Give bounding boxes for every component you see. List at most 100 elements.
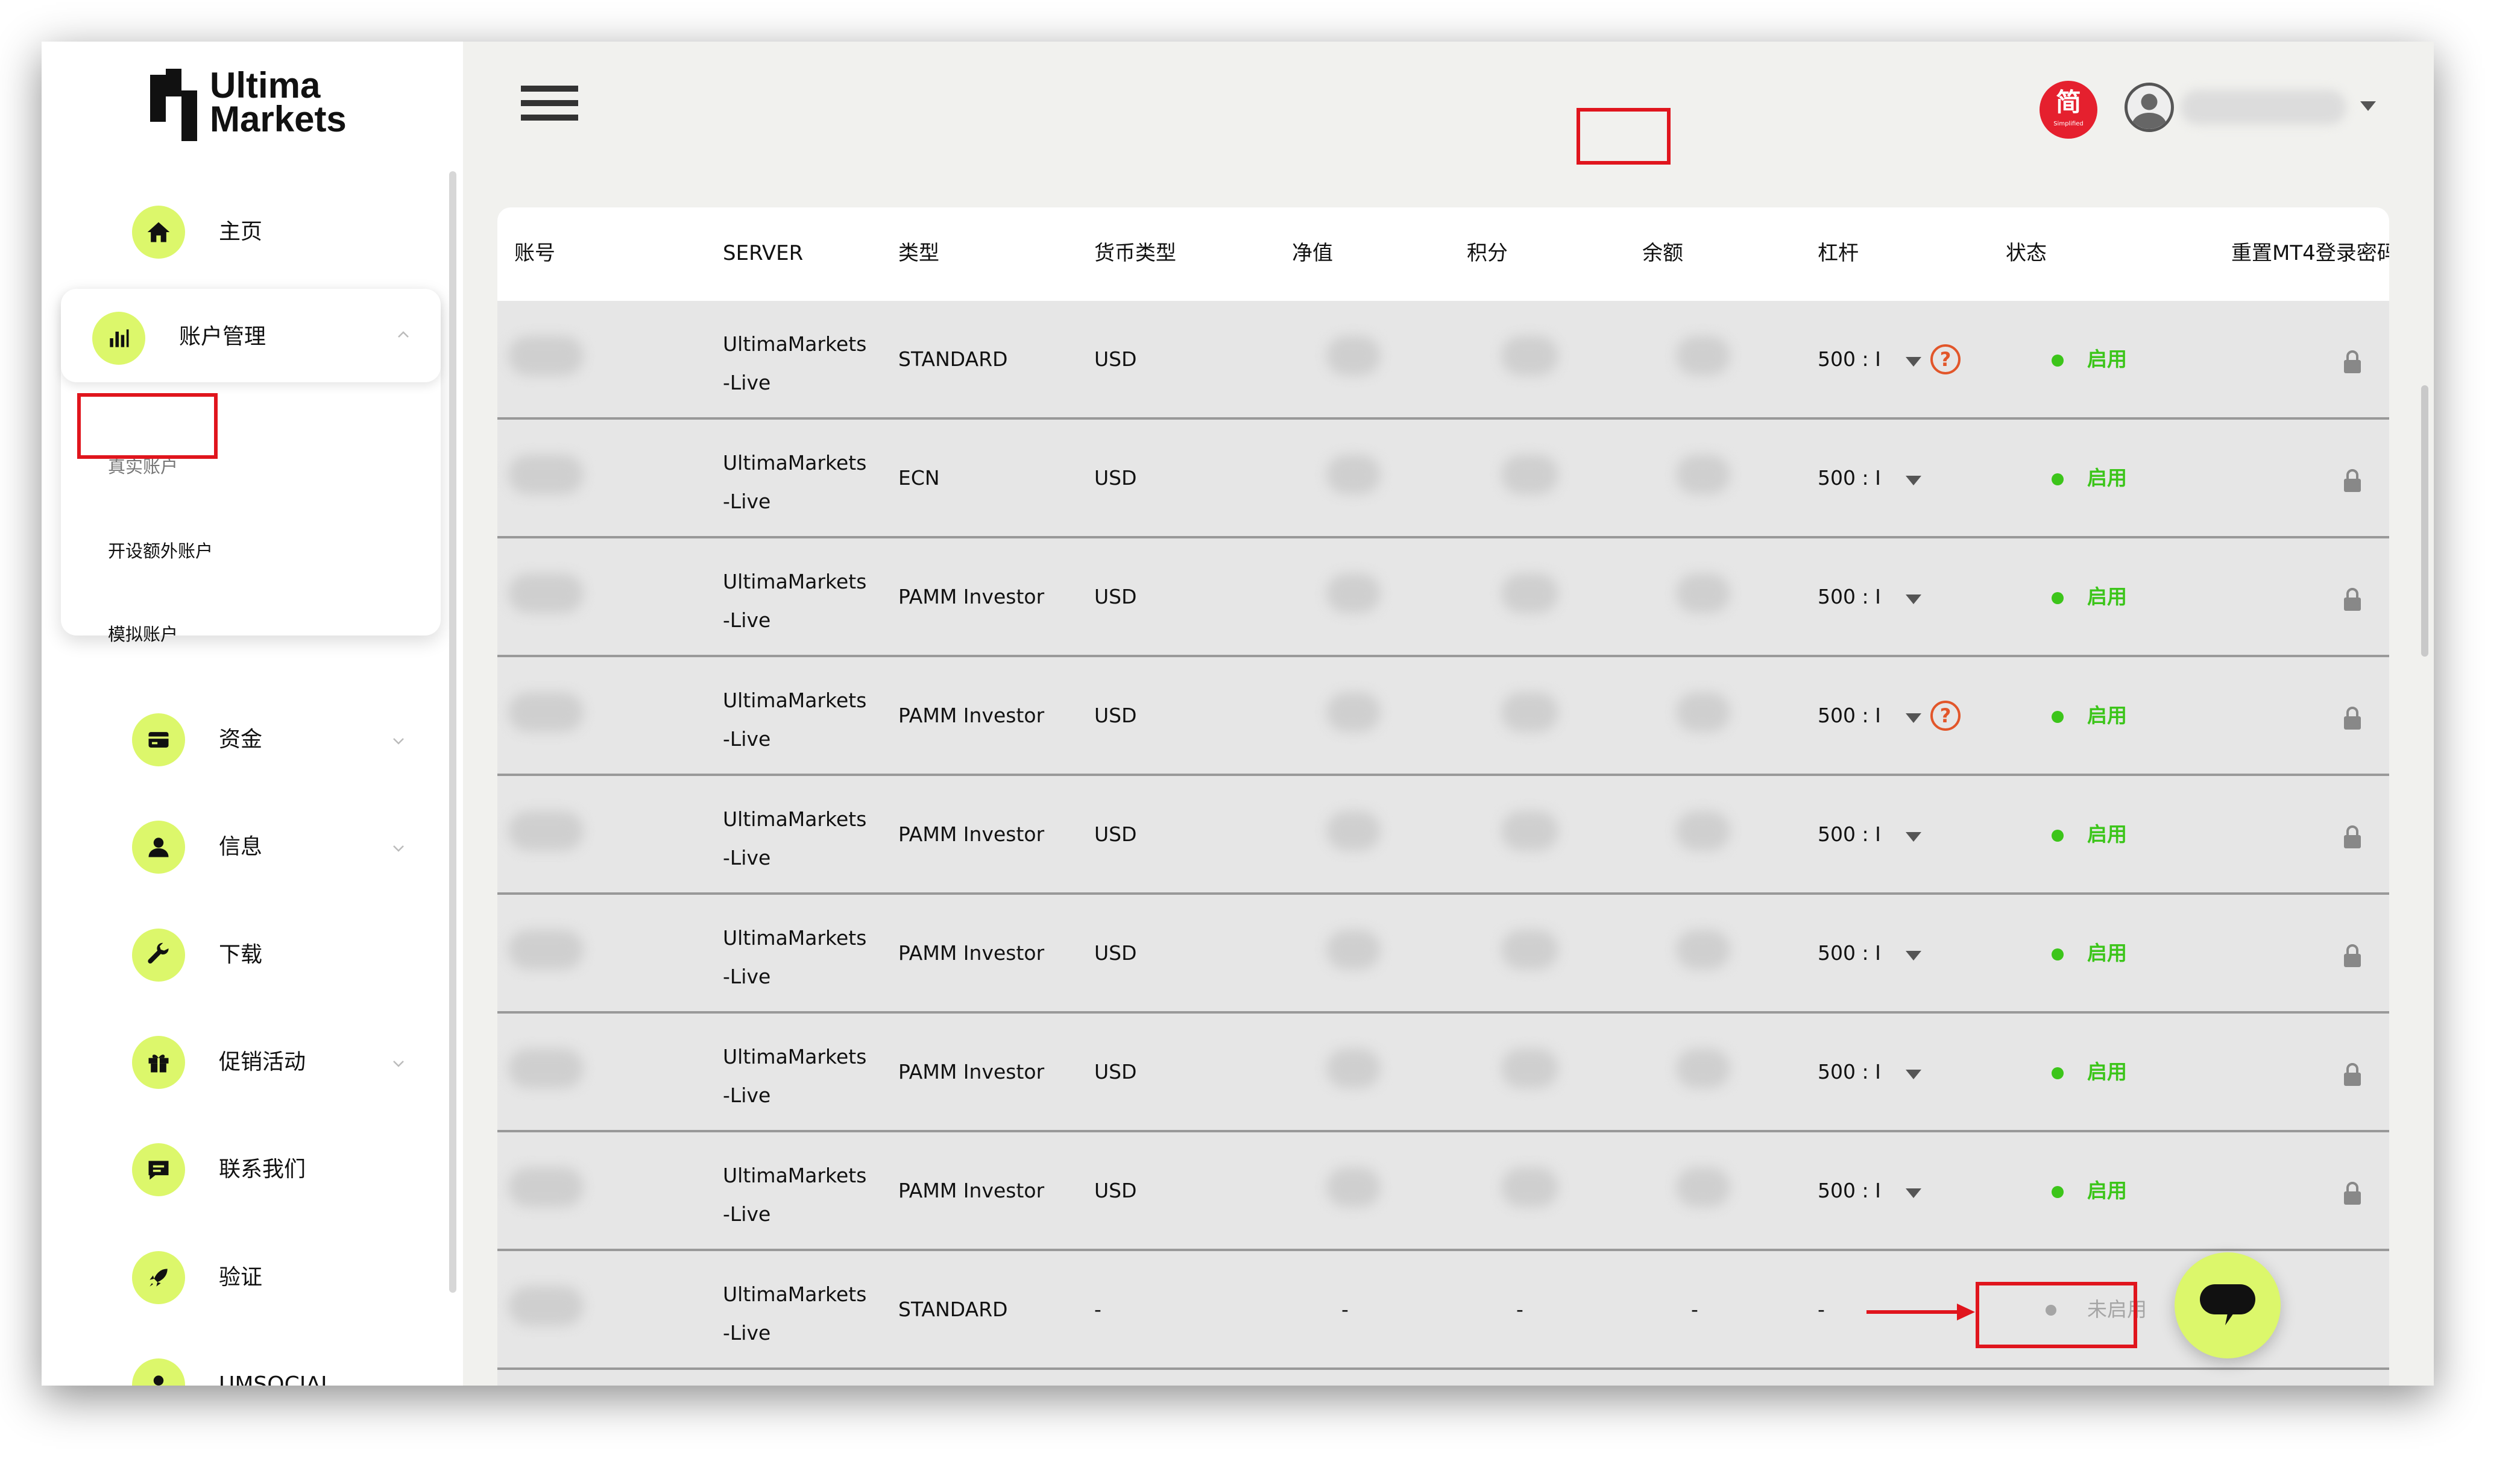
server-name: UltimaMarkets [723, 807, 867, 831]
leverage-dropdown-icon[interactable] [1906, 713, 1921, 723]
server-name: UltimaMarkets [723, 689, 867, 712]
server-cell: UltimaMarkets -Live [723, 325, 866, 402]
table-row[interactable]: UltimaMarkets -Live PAMM Investor USD 500 : … [497, 1014, 2389, 1132]
status-badge: 启用 [2087, 1060, 2127, 1083]
sidebar-item-home[interactable]: 主页 [92, 185, 430, 270]
sidebar-item-label: UMSOCIAL [219, 1372, 333, 1386]
leverage-value: 500 : I [1818, 585, 1881, 608]
server-suffix: -Live [723, 965, 771, 988]
sidebar-scrollbar[interactable] [449, 171, 456, 1293]
rocket-icon [132, 1251, 185, 1304]
table-header: 账号 SERVER 类型 货币类型 净值 积分 余额 杠杆 状态 重置MT4登录密码 [497, 207, 2389, 301]
accounts-table: 账号 SERVER 类型 货币类型 净值 积分 余额 杠杆 状态 重置MT4登录密码 Ultima… [497, 207, 2389, 1386]
leverage-dropdown-icon[interactable] [1906, 595, 1921, 604]
bar-chart-icon [92, 312, 145, 365]
currency-cell: USD [1094, 1179, 1137, 1202]
avatar[interactable] [2125, 83, 2174, 132]
credit-value-redacted [1501, 930, 1558, 970]
lock-icon[interactable] [2342, 1181, 2363, 1206]
sidebar-item-umsocial[interactable]: UMSOCIAL [92, 1338, 430, 1386]
leverage-dropdown-icon[interactable] [1906, 357, 1921, 367]
table-row[interactable]: UltimaMarkets -Live STANDARD USD 500 : I? 启用 [497, 301, 2389, 420]
sidebar-item-promotions[interactable]: 促销活动 [92, 1015, 430, 1100]
submenu-demo-account[interactable]: 模拟账户 [108, 620, 178, 646]
lock-icon[interactable] [2342, 349, 2363, 374]
status-badge: 启用 [2087, 822, 2127, 846]
chat-bubble-icon [2200, 1284, 2255, 1325]
status-badge: 启用 [2087, 585, 2127, 608]
lock-icon[interactable] [2342, 468, 2363, 493]
chevron-down-icon [393, 738, 404, 745]
type-cell: STANDARD [898, 347, 1008, 371]
lock-icon[interactable] [2342, 943, 2363, 968]
currency-cell: USD [1094, 347, 1137, 371]
lock-icon[interactable] [2342, 1062, 2363, 1087]
leverage-dropdown-icon[interactable] [1906, 951, 1921, 960]
table-row[interactable]: UltimaMarkets -Live PAMM Investor USD 500 : … [497, 538, 2389, 657]
lock-icon[interactable] [2342, 705, 2363, 731]
currency-cell: USD [1094, 822, 1137, 846]
type-cell: PAMM Investor [898, 704, 1045, 727]
brand-wordmark: Ultima Markets [210, 68, 391, 137]
balance-value-redacted [1676, 930, 1730, 970]
equity-value-redacted [1326, 1049, 1381, 1088]
sidebar-item-download[interactable]: 下载 [92, 908, 430, 992]
table-row[interactable]: UltimaMarkets -Live PAMM Investor USD 500 : … [497, 895, 2389, 1014]
sidebar-item-info[interactable]: 信息 [92, 800, 430, 885]
equity-value: - [1341, 1298, 1349, 1321]
caret-down-icon[interactable] [2360, 101, 2376, 111]
table-row[interactable]: UltimaMarkets -Live PAMM Investor USD 500 : … [497, 657, 2389, 776]
lock-icon[interactable] [2342, 587, 2363, 612]
sidebar-item-funds[interactable]: 资金 [92, 693, 430, 777]
account-number-redacted [508, 455, 584, 494]
sidebar-item-contact-us[interactable]: 联系我们 [92, 1123, 430, 1207]
server-suffix: -Live [723, 371, 771, 394]
hamburger-menu-button[interactable] [521, 86, 578, 128]
balance-value-redacted [1676, 692, 1730, 732]
server-suffix: -Live [723, 846, 771, 869]
balance-value-redacted [1676, 336, 1730, 376]
account-number-redacted [508, 573, 584, 613]
type-cell: PAMM Investor [898, 1060, 1045, 1083]
sidebar-item-label: 资金 [219, 727, 263, 752]
chat-button[interactable] [2175, 1252, 2281, 1358]
submenu-open-additional-account[interactable]: 开设额外账户 [108, 537, 213, 563]
balance-value-redacted [1676, 573, 1730, 613]
leverage-value: - [1818, 1298, 1825, 1321]
leverage-value: 500 : I [1818, 704, 1881, 727]
status-dot [2052, 711, 2064, 723]
highlight-box-disabled-status [1976, 1282, 2137, 1348]
account-number-redacted [508, 336, 584, 376]
help-icon[interactable]: ? [1930, 701, 1961, 731]
sidebar-item-verify[interactable]: 验证 [92, 1231, 430, 1315]
account-number-redacted [508, 930, 584, 970]
type-cell: STANDARD [898, 1298, 1008, 1321]
table-row[interactable]: UltimaMarkets -Live PAMM Investor USD 500 : … [497, 1132, 2389, 1251]
sidebar-item-account-management[interactable]: 账户管理 [61, 289, 441, 382]
chevron-down-icon [393, 845, 404, 852]
table-row[interactable]: UltimaMarkets -Live PAMM Investor USD 500 : … [497, 776, 2389, 895]
account-management-group: 账户管理 真实账户 开设额外账户 模拟账户 [61, 289, 441, 645]
lock-icon[interactable] [2342, 824, 2363, 850]
main-scrollbar[interactable] [2421, 385, 2428, 657]
status-badge: 启用 [2087, 1179, 2127, 1202]
language-button[interactable]: 简 Simplified [2040, 81, 2097, 139]
sidebar-item-label: 下载 [219, 942, 263, 967]
server-suffix: -Live [723, 1083, 771, 1107]
home-icon [132, 206, 185, 259]
status-dot [2052, 1067, 2064, 1079]
leverage-dropdown-icon[interactable] [1906, 1070, 1921, 1079]
leverage-dropdown-icon[interactable] [1906, 1188, 1921, 1198]
sidebar-item-label: 信息 [219, 834, 263, 859]
leverage-dropdown-icon[interactable] [1906, 476, 1921, 485]
equity-value-redacted [1326, 455, 1381, 494]
equity-value-redacted [1326, 336, 1381, 376]
leverage-dropdown-icon[interactable] [1906, 832, 1921, 842]
table-row[interactable]: UltimaMarkets -Live ECN USD 500 : I 启用 [497, 420, 2389, 538]
help-icon[interactable]: ? [1930, 344, 1961, 374]
status-dot [2052, 473, 2064, 485]
currency-cell: USD [1094, 941, 1137, 965]
message-icon [132, 1143, 185, 1196]
credit-value: - [1516, 1298, 1523, 1321]
annotation-arrow-icon [1866, 1304, 1975, 1320]
